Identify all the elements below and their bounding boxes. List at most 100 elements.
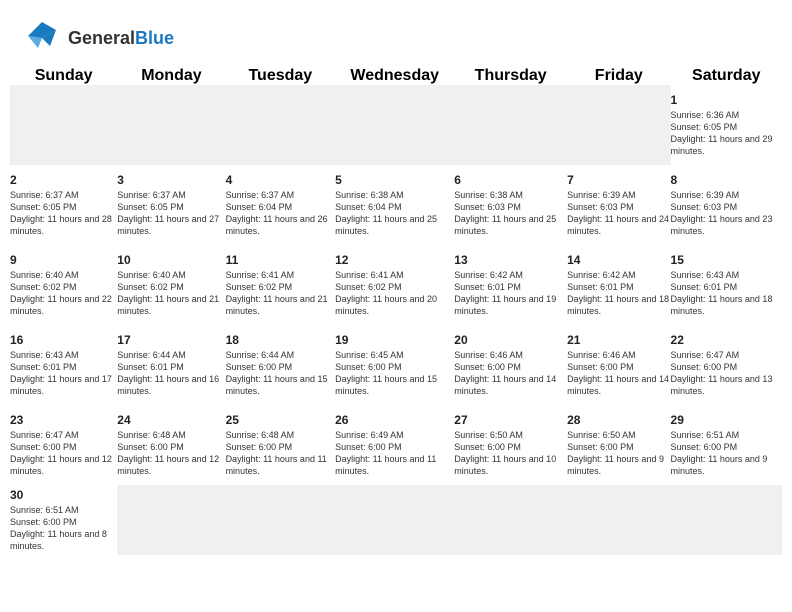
day-number: 24 [117,413,225,427]
col-tuesday: Tuesday [226,67,336,85]
table-row: 22 Sunrise: 6:47 AMSunset: 6:00 PMDayligh… [671,325,782,405]
col-sunday: Sunday [10,67,117,85]
day-info: Sunrise: 6:38 AMSunset: 6:03 PMDaylight:… [454,189,567,238]
table-row: 9Sunrise: 6:40 AMSunset: 6:02 PMDaylight… [10,245,117,325]
day-number: 4 [226,173,336,187]
day-info: Sunrise: 6:46 AMSunset: 6:00 PMDaylight:… [567,349,670,398]
day-number: 23 [10,413,117,427]
table-row: 12 Sunrise: 6:41 AMSunset: 6:02 PMDayligh… [335,245,454,325]
table-row [117,485,225,555]
table-row: 29 Sunrise: 6:51 AMSunset: 6:00 PMDayligh… [671,405,782,485]
table-row: 15Sunrise: 6:43 AMSunset: 6:01 PMDayligh… [671,245,782,325]
table-row: 5 Sunrise: 6:38 AMSunset: 6:04 PMDaylight… [335,165,454,245]
day-info: Sunrise: 6:51 AMSunset: 6:00 PMDaylight:… [671,429,782,478]
day-info: Sunrise: 6:51 AMSunset: 6:00 PMDaylight:… [10,504,117,553]
table-row: 18 Sunrise: 6:44 AMSunset: 6:00 PMDayligh… [226,325,336,405]
day-number: 3 [117,173,225,187]
calendar-wrapper: Sunday Monday Tuesday Wednesday Thursday… [0,67,792,565]
day-info: Sunrise: 6:36 AMSunset: 6:05 PMDaylight:… [671,109,782,158]
table-row [335,485,454,555]
day-info: Sunrise: 6:48 AMSunset: 6:00 PMDaylight:… [117,429,225,478]
day-number: 9 [10,253,117,267]
day-number: 11 [226,253,336,267]
table-row: 2 Sunrise: 6:37 AMSunset: 6:05 PMDaylight… [10,165,117,245]
day-number: 21 [567,333,670,347]
day-number: 26 [335,413,454,427]
table-row: 3 Sunrise: 6:37 AMSunset: 6:05 PMDaylight… [117,165,225,245]
day-info: Sunrise: 6:39 AMSunset: 6:03 PMDaylight:… [671,189,782,238]
day-info: Sunrise: 6:41 AMSunset: 6:02 PMDaylight:… [335,269,454,318]
table-row [10,85,117,165]
table-row: 11 Sunrise: 6:41 AMSunset: 6:02 PMDayligh… [226,245,336,325]
logo-blue: Blue [135,28,174,48]
table-row [226,85,336,165]
day-number: 10 [117,253,225,267]
table-row [567,85,670,165]
day-number: 30 [10,488,117,502]
day-number: 20 [454,333,567,347]
day-info: Sunrise: 6:50 AMSunset: 6:00 PMDaylight:… [454,429,567,478]
day-info: Sunrise: 6:38 AMSunset: 6:04 PMDaylight:… [335,189,454,238]
table-row: 4 Sunrise: 6:37 AMSunset: 6:04 PMDaylight… [226,165,336,245]
day-number: 16 [10,333,117,347]
day-info: Sunrise: 6:44 AMSunset: 6:01 PMDaylight:… [117,349,225,398]
table-row [671,485,782,555]
col-friday: Friday [567,67,670,85]
table-row: 8 Sunrise: 6:39 AMSunset: 6:03 PMDaylight… [671,165,782,245]
day-number: 29 [671,413,782,427]
day-number: 25 [226,413,336,427]
day-info: Sunrise: 6:37 AMSunset: 6:05 PMDaylight:… [10,189,117,238]
table-row: 30 Sunrise: 6:51 AMSunset: 6:00 PMDayligh… [10,485,117,555]
day-number: 2 [10,173,117,187]
day-number: 17 [117,333,225,347]
col-wednesday: Wednesday [335,67,454,85]
day-number: 8 [671,173,782,187]
table-row: 17 Sunrise: 6:44 AMSunset: 6:01 PMDayligh… [117,325,225,405]
day-info: Sunrise: 6:41 AMSunset: 6:02 PMDaylight:… [226,269,336,318]
table-row: 28Sunrise: 6:50 AMSunset: 6:00 PMDayligh… [567,405,670,485]
day-number: 27 [454,413,567,427]
day-info: Sunrise: 6:45 AMSunset: 6:00 PMDaylight:… [335,349,454,398]
calendar-table: Sunday Monday Tuesday Wednesday Thursday… [10,67,782,555]
day-info: Sunrise: 6:47 AMSunset: 6:00 PMDaylight:… [671,349,782,398]
day-number: 6 [454,173,567,187]
table-row [335,85,454,165]
day-info: Sunrise: 6:39 AMSunset: 6:03 PMDaylight:… [567,189,670,238]
day-info: Sunrise: 6:48 AMSunset: 6:00 PMDaylight:… [226,429,336,478]
day-info: Sunrise: 6:49 AMSunset: 6:00 PMDaylight:… [335,429,454,478]
day-info: Sunrise: 6:44 AMSunset: 6:00 PMDaylight:… [226,349,336,398]
table-row: 24 Sunrise: 6:48 AMSunset: 6:00 PMDayligh… [117,405,225,485]
day-info: Sunrise: 6:37 AMSunset: 6:05 PMDaylight:… [117,189,225,238]
day-number: 1 [671,93,782,107]
day-info: Sunrise: 6:37 AMSunset: 6:04 PMDaylight:… [226,189,336,238]
table-row: 1 Sunrise: 6:36 AMSunset: 6:05 PMDaylight… [671,85,782,165]
calendar-body: 1 Sunrise: 6:36 AMSunset: 6:05 PMDaylight… [10,85,782,555]
table-row: 23 Sunrise: 6:47 AMSunset: 6:00 PMDayligh… [10,405,117,485]
day-info: Sunrise: 6:42 AMSunset: 6:01 PMDaylight:… [567,269,670,318]
day-number: 5 [335,173,454,187]
day-number: 18 [226,333,336,347]
day-number: 22 [671,333,782,347]
col-saturday: Saturday [671,67,782,85]
day-number: 7 [567,173,670,187]
table-row: 26 Sunrise: 6:49 AMSunset: 6:00 PMDayligh… [335,405,454,485]
table-row: 14Sunrise: 6:42 AMSunset: 6:01 PMDayligh… [567,245,670,325]
day-number: 19 [335,333,454,347]
table-row: 10 Sunrise: 6:40 AMSunset: 6:02 PMDayligh… [117,245,225,325]
day-info: Sunrise: 6:40 AMSunset: 6:02 PMDaylight:… [117,269,225,318]
day-info: Sunrise: 6:43 AMSunset: 6:01 PMDaylight:… [671,269,782,318]
table-row [226,485,336,555]
day-number: 13 [454,253,567,267]
day-number: 28 [567,413,670,427]
table-row: 13Sunrise: 6:42 AMSunset: 6:01 PMDayligh… [454,245,567,325]
col-monday: Monday [117,67,225,85]
table-row [567,485,670,555]
day-info: Sunrise: 6:47 AMSunset: 6:00 PMDaylight:… [10,429,117,478]
day-number: 12 [335,253,454,267]
table-row: 16Sunrise: 6:43 AMSunset: 6:01 PMDayligh… [10,325,117,405]
calendar-header: Sunday Monday Tuesday Wednesday Thursday… [10,67,782,85]
logo: GeneralBlue [20,18,174,59]
page-header: GeneralBlue [0,0,792,67]
table-row: 21 Sunrise: 6:46 AMSunset: 6:00 PMDayligh… [567,325,670,405]
table-row: 7 Sunrise: 6:39 AMSunset: 6:03 PMDaylight… [567,165,670,245]
